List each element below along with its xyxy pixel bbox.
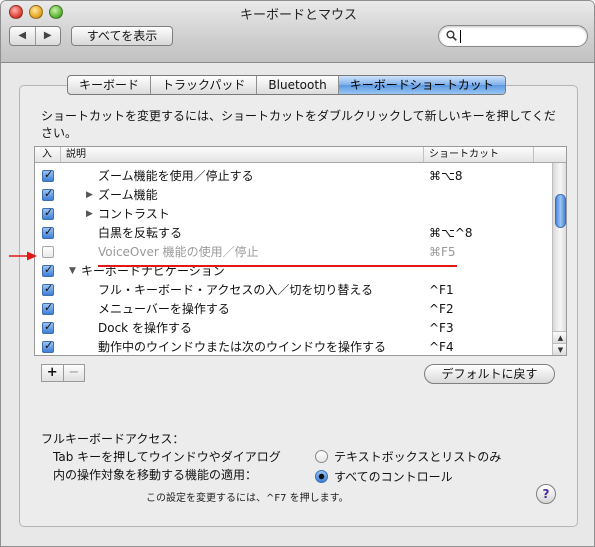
enable-checkbox[interactable] [42,205,54,221]
shortcut-description: コントラスト [98,207,170,221]
shortcut-note: この設定を変更するには、^F7 を押します。 [146,493,349,504]
radio-text-and-lists-label[interactable]: テキストボックスとリストのみ [334,448,501,465]
shortcut-description: 動作中のウインドウまたは次のウインドウを操作する [98,340,387,354]
preferences-window: キーボードとマウス ◀ ▶ すべてを表示 キーボード トラックパッド Bluet… [0,0,595,547]
list-item[interactable]: フル・キーボード・アクセスの入／切を切り替える ^F1 [35,281,552,300]
window-title: キーボードとマウス [239,8,357,23]
list-header: 入 説明 ショートカット [35,147,566,163]
shortcut-keys[interactable]: ^F3 [429,319,454,338]
enable-checkbox[interactable] [42,262,54,278]
disclosure-collapsed-icon[interactable]: ▶ [86,205,93,224]
list-item[interactable]: VoiceOver 機能の使用／停止 ⌘F5 [35,243,552,262]
shortcut-description: VoiceOver 機能の使用／停止 [98,245,259,259]
shortcut-keys[interactable]: ^F1 [429,281,454,300]
list-item[interactable]: ▶ コントラスト [35,205,552,224]
column-header-shortcut[interactable]: ショートカット [429,148,499,162]
forward-button[interactable]: ▶ [36,27,61,45]
list-item[interactable]: 白黒を反転する ⌘⌥^8 [35,224,552,243]
list-item[interactable]: 動作中のウインドウまたは次のウインドウを操作する ^F4 [35,338,552,355]
help-button[interactable]: ? [536,484,556,504]
shortcut-keys[interactable]: ⌘F5 [429,243,456,262]
restore-defaults-button[interactable]: デフォルトに戻す [424,364,555,384]
show-all-button[interactable]: すべてを表示 [71,26,173,46]
scroll-down-arrow[interactable]: ▼ [553,343,566,355]
column-separator [533,147,534,162]
search-field[interactable] [438,25,588,47]
shortcut-keys[interactable]: ^F4 [429,338,454,355]
description-line: Tab キーを押してウインドウやダイアログ [53,450,281,464]
radio-text-and-lists[interactable] [315,450,328,463]
column-separator [60,147,61,162]
tab-keyboard[interactable]: キーボード [68,76,152,94]
enable-checkbox[interactable] [42,224,54,240]
enable-checkbox[interactable] [42,281,54,297]
shortcut-list: 入 説明 ショートカット ズーム機能を使用／停止する ⌘⌥8 ▶ ズーム機能 ▶ コントラ… [34,146,567,356]
description-line: 内の操作対象を移動する機能の適用： [53,468,258,482]
back-button[interactable]: ◀ [10,27,36,45]
shortcut-keys[interactable]: ⌘⌥^8 [429,224,473,243]
full-keyboard-access-heading: フルキーボードアクセス： [41,432,185,446]
list-item[interactable]: Dock を操作する ^F3 [35,319,552,338]
column-header-description[interactable]: 説明 [66,148,86,162]
scroll-up-arrow[interactable]: ▲ [553,331,566,343]
radio-all-controls-label[interactable]: すべてのコントロール [334,468,453,485]
shortcut-description: ズーム機能 [98,188,158,202]
text-caret [460,30,461,43]
disclosure-collapsed-icon[interactable]: ▶ [86,186,93,205]
add-remove-control: + − [41,364,85,382]
tab-trackpad[interactable]: トラックパッド [151,76,258,94]
list-item[interactable]: メニューバーを操作する ^F2 [35,300,552,319]
list-item[interactable]: ズーム機能を使用／停止する ⌘⌥8 [35,167,552,186]
search-icon [446,30,457,41]
radio-all-controls[interactable] [315,470,328,483]
shortcut-description: ズーム機能を使用／停止する [98,169,254,183]
enable-checkbox[interactable] [42,319,54,335]
list-scrollbar[interactable]: ▲ ▼ [552,163,566,355]
enable-checkbox[interactable] [42,186,54,202]
enable-checkbox[interactable] [42,300,54,316]
add-button[interactable]: + [42,365,64,381]
shortcut-description: 白黒を反転する [98,226,183,240]
enable-checkbox[interactable] [42,167,54,183]
disclosure-expanded-icon[interactable]: ▼ [69,262,76,281]
column-header-on[interactable]: 入 [42,148,52,162]
instructions-text: ショートカットを変更するには、ショートカットをダブルクリックして新しいキーを押し… [41,109,556,140]
enable-checkbox[interactable] [42,246,54,258]
tab-bluetooth[interactable]: Bluetooth [257,76,339,94]
list-item[interactable]: ▶ ズーム機能 [35,186,552,205]
shortcut-description: メニューバーを操作する [98,302,230,316]
scrollbar-thumb[interactable] [555,194,566,228]
column-separator [423,147,424,162]
preference-tabs: キーボード トラックパッド Bluetooth キーボードショートカット [67,75,506,95]
shortcut-keys[interactable]: ^F2 [429,300,454,319]
title-bar: キーボードとマウス ◀ ▶ すべてを表示 [1,1,594,63]
shortcut-description: Dock を操作する [98,321,192,335]
red-arrow-annotation [9,251,37,261]
full-keyboard-access-description: Tab キーを押してウインドウやダイアログ 内の操作対象を移動する機能の適用： [53,448,313,484]
tab-keyboard-shortcuts[interactable]: キーボードショートカット [338,76,505,94]
red-underline-annotation [98,265,457,267]
shortcut-keys[interactable]: ⌘⌥8 [429,167,462,186]
back-forward-control: ◀ ▶ [9,26,61,46]
remove-button[interactable]: − [64,365,85,381]
shortcut-description: フル・キーボード・アクセスの入／切を切り替える [98,283,374,297]
enable-checkbox[interactable] [42,338,54,354]
